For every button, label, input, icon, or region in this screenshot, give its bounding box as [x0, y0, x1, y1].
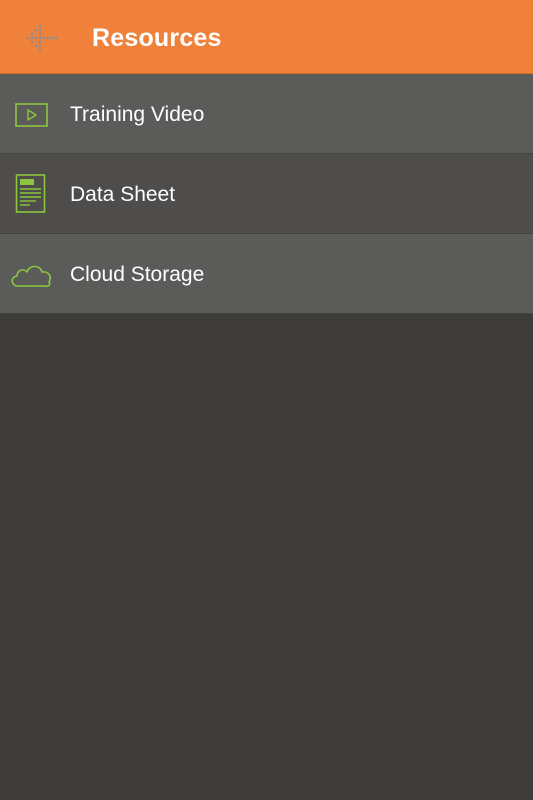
page-title: Resources: [92, 24, 222, 52]
list-item-cloud-storage[interactable]: Cloud Storage: [0, 234, 533, 314]
list-item-label: Cloud Storage: [70, 263, 205, 286]
list-item-label: Training Video: [70, 103, 205, 126]
resources-list: Training Video Data Sheet Cloud Storage: [0, 74, 533, 314]
list-item-training-video[interactable]: Training Video: [0, 74, 533, 154]
cloud-icon: [0, 234, 64, 314]
list-item-label: Data Sheet: [70, 183, 176, 206]
list-item-data-sheet[interactable]: Data Sheet: [0, 154, 533, 234]
dotted-arrow-left-icon[interactable]: [24, 22, 60, 54]
app-header: Resources: [0, 0, 533, 74]
pdf-document-icon: [0, 154, 64, 234]
app-screen: Resources Training Video Data Sheet Clou…: [0, 0, 533, 800]
video-play-icon: [0, 74, 64, 154]
